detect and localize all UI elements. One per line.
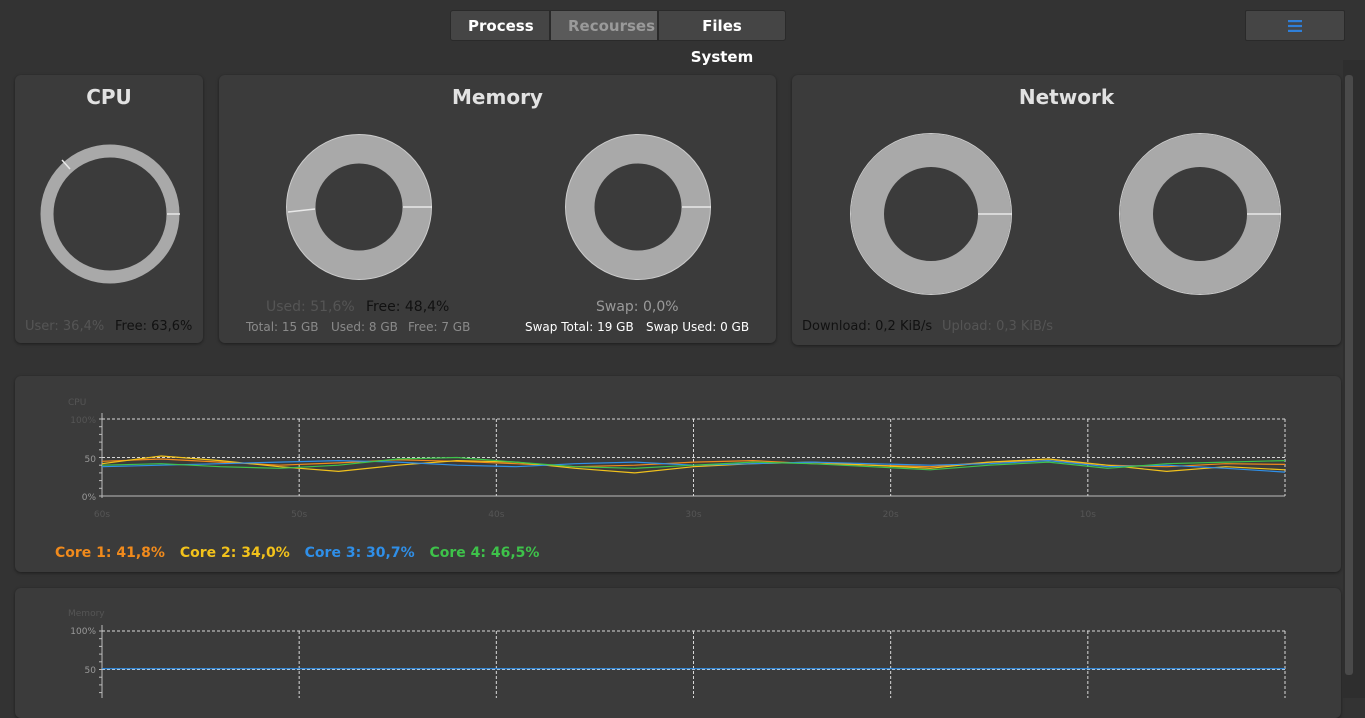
network-panel: Network Download: 0,2 KiB/s Upload: 0,3 … — [792, 75, 1341, 345]
cpu-y-tick-100: 100% — [70, 416, 96, 426]
swap-donut — [565, 134, 711, 280]
network-title: Network — [1018, 85, 1115, 109]
x-tick-label: 30s — [685, 510, 701, 520]
swap-used-label: Swap Used: 0 GB — [646, 320, 750, 334]
mem-y-tick-50: 50 — [85, 666, 97, 676]
memory-free-gb-label: Free: 7 GB — [408, 320, 471, 334]
tab-bar: Process Recourses Files System — [450, 10, 786, 66]
x-tick-label: 40s — [488, 510, 504, 520]
hamburger-icon — [1288, 19, 1302, 32]
download-donut — [850, 133, 1012, 295]
cpu-title: CPU — [86, 85, 132, 109]
memory-free-label: Free: 48,4% — [366, 299, 450, 315]
top-bar: Process Recourses Files System — [0, 0, 1365, 66]
x-tick-label: 10s — [1080, 510, 1096, 520]
scrollbar-thumb[interactable] — [1345, 75, 1353, 675]
cpu-donut — [40, 144, 180, 284]
memory-title: Memory — [452, 85, 543, 109]
cpu-used-label: User: 36,4% — [25, 319, 105, 334]
tab-process[interactable]: Process — [450, 10, 550, 41]
x-tick-label: 20s — [883, 510, 899, 520]
cpu-panel: CPU User: 36,4% Free: 63,6% — [15, 75, 203, 343]
cpu-history-chart: CPU 100% 50 0% 60s 50s 40s 30s 20s 10s — [68, 398, 1286, 520]
legend-core-1: Core 1: 41,8% — [55, 545, 165, 561]
memory-donut — [286, 134, 432, 280]
memory-used-label: Used: 51,6% — [266, 299, 355, 315]
legend-core-2: Core 2: 34,0% — [179, 545, 290, 561]
legend-core-3: Core 3: 30,7% — [304, 545, 415, 561]
cpu-free-label: Free: 63,6% — [115, 319, 193, 334]
memory-total-label: Total: 15 GB — [246, 320, 319, 334]
cpu-legend: Core 1: 41,8% Core 2: 34,0% Core 3: 30,7… — [55, 545, 549, 561]
upload-donut — [1119, 133, 1281, 295]
download-label: Download: 0,2 KiB/s — [802, 319, 933, 334]
memory-panel: Memory Used: 51,6% Free: 48,4% Total: 15… — [219, 75, 776, 343]
x-tick-label: 50s — [291, 510, 307, 520]
cpu-y-tick-0: 0% — [82, 493, 97, 503]
cpu-x-ticks: 60s 50s 40s 30s 20s 10s — [94, 510, 1096, 520]
mem-y-tick-100: 100% — [70, 627, 96, 637]
legend-core-4: Core 4: 46,5% — [429, 545, 540, 561]
tab-recourses[interactable]: Recourses — [550, 10, 658, 41]
mem-y-title: Memory — [68, 609, 105, 619]
mem-grid — [99, 625, 1286, 698]
x-tick-label: 60s — [94, 510, 110, 520]
cpu-y-title: CPU — [68, 398, 86, 408]
swap-label: Swap: 0,0% — [596, 299, 679, 315]
tab-files-system[interactable]: Files System — [658, 10, 786, 66]
memory-used-gb-label: Used: 8 GB — [331, 320, 398, 334]
cpu-grid — [99, 413, 1286, 498]
cpu-y-tick-50: 50 — [85, 455, 97, 465]
swap-total-label: Swap Total: 19 GB — [525, 320, 634, 334]
menu-button[interactable] — [1245, 10, 1345, 41]
memory-history-chart: Memory 100% 50 — [68, 609, 1286, 698]
upload-label: Upload: 0,3 KiB/s — [942, 319, 1054, 334]
